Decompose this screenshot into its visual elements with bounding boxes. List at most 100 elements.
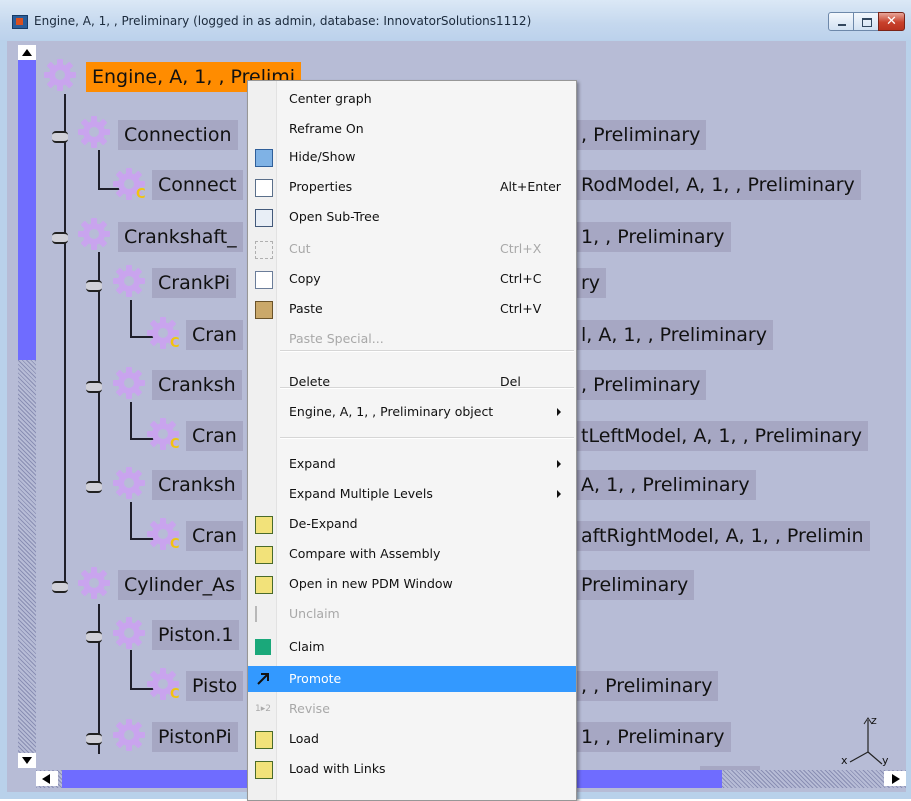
tree-node-label[interactable]: Pisto: [186, 671, 244, 701]
tree-node-label-tail[interactable]: A, 1, , Preliminary: [575, 470, 756, 500]
menu-item-open-in-new-pdm-window[interactable]: Open in new PDM Window: [248, 571, 576, 597]
vertical-scroll-thumb[interactable]: [18, 60, 36, 360]
menu-item-label: Unclaim: [289, 606, 340, 621]
compare-icon: [255, 546, 273, 564]
scroll-up-button[interactable]: [18, 45, 36, 60]
menu-item-engine-a-1-preliminary-object[interactable]: Engine, A, 1, , Preliminary object: [248, 399, 576, 425]
scroll-left-button[interactable]: [36, 771, 58, 786]
close-button[interactable]: ✕: [878, 12, 905, 31]
axis-z-label: z: [871, 714, 877, 727]
submenu-arrow-icon: [557, 460, 561, 468]
menu-item-open-sub-tree[interactable]: Open Sub-Tree: [248, 204, 576, 230]
paste-icon: [255, 301, 273, 319]
tree-node-label-tail[interactable]: l, A, 1, , Preliminary: [575, 320, 773, 350]
menu-item-shortcut: Ctrl+X: [500, 241, 542, 256]
menu-item-label: Copy: [289, 271, 321, 286]
menu-item-promote[interactable]: Promote: [248, 666, 576, 692]
menu-item-label: De-Expand: [289, 516, 358, 531]
tree-connector: [130, 402, 132, 440]
properties-icon: [255, 179, 273, 197]
scroll-right-button[interactable]: [884, 771, 906, 786]
menu-item-shortcut: Ctrl+C: [500, 271, 542, 286]
tree-node-label-tail[interactable]: 1, , Preliminary: [575, 722, 731, 752]
tree-node-label[interactable]: Connection: [118, 120, 238, 150]
collapse-toggle[interactable]: [86, 381, 102, 393]
tree-node-label-tail[interactable]: Preliminary: [575, 570, 695, 600]
menu-item-label: Compare with Assembly: [289, 546, 441, 561]
menu-item-reframe-on[interactable]: Reframe On: [248, 116, 576, 142]
axis-y-label: y: [882, 754, 889, 767]
submenu-arrow-icon: [557, 490, 561, 498]
tree-node-label[interactable]: Piston.1: [152, 620, 240, 650]
tree-node-label[interactable]: Cran: [186, 521, 243, 551]
menu-item-label: Hide/Show: [289, 149, 356, 164]
component-c-icon: C: [170, 437, 180, 452]
tree-node-label[interactable]: Cranksh: [152, 470, 242, 500]
tree-node-label[interactable]: Cylinder_As: [118, 570, 242, 600]
scroll-down-button[interactable]: [18, 753, 36, 768]
promote-arrow-icon: [255, 671, 271, 687]
collapse-toggle[interactable]: [86, 631, 102, 643]
tree-node-label[interactable]: Cran: [186, 320, 243, 350]
menu-item-expand[interactable]: Expand: [248, 451, 576, 477]
collapse-toggle[interactable]: [86, 481, 102, 493]
collapse-toggle[interactable]: [52, 232, 68, 244]
menu-item-cut: Cut Ctrl+X: [248, 236, 576, 262]
menu-item-hide-show[interactable]: Hide/Show: [248, 144, 576, 170]
tree-node-label-tail[interactable]: RodModel, A, 1, , Preliminary: [575, 170, 861, 200]
tree-node-label[interactable]: Crankshaft_: [118, 222, 243, 252]
tree-connector: [130, 502, 132, 540]
collapse-toggle[interactable]: [52, 131, 68, 143]
menu-item-shortcut: Ctrl+V: [500, 301, 542, 316]
tree-node-label-tail[interactable]: , Preliminary: [575, 370, 707, 400]
assembly-gear-icon: [112, 366, 146, 400]
minimize-button[interactable]: [828, 12, 854, 31]
menu-item-claim[interactable]: Claim: [248, 634, 576, 660]
tree-node-label-tail[interactable]: , Preliminary: [575, 120, 707, 150]
menu-item-center-graph[interactable]: Center graph: [248, 86, 576, 112]
menu-item-paste[interactable]: Paste Ctrl+V: [248, 296, 576, 322]
maximize-button[interactable]: [853, 12, 879, 31]
hide-show-icon: [255, 149, 273, 167]
tree-node-label[interactable]: Connect: [152, 170, 243, 200]
tree-node-label-tail[interactable]: tLeftModel, A, 1, , Preliminary: [575, 421, 868, 451]
menu-item-load[interactable]: Load: [248, 726, 576, 752]
menu-item-label: Claim: [289, 639, 325, 654]
menu-item-delete[interactable]: Delete Del: [248, 369, 576, 395]
unclaim-flag-icon: [255, 606, 273, 622]
menu-item-de-expand[interactable]: De-Expand: [248, 511, 576, 537]
tree-node-label[interactable]: Cran: [186, 421, 243, 451]
collapse-toggle[interactable]: [86, 733, 102, 745]
tree-node-label[interactable]: PistonPi: [152, 722, 238, 752]
tree-node-label[interactable]: Cranksh: [152, 370, 242, 400]
collapse-toggle[interactable]: [86, 280, 102, 292]
menu-item-compare-with-assembly[interactable]: Compare with Assembly: [248, 541, 576, 567]
menu-item-expand-multiple-levels[interactable]: Expand Multiple Levels: [248, 481, 576, 507]
tree-node-label-tail[interactable]: ry: [575, 268, 607, 298]
title-bar[interactable]: Engine, A, 1, , Preliminary (logged in a…: [0, 0, 911, 40]
tree-node-label-tail[interactable]: , , Preliminary: [575, 671, 719, 701]
menu-item-label: Engine, A, 1, , Preliminary object: [289, 404, 494, 419]
menu-item-label: Expand Multiple Levels: [289, 486, 433, 501]
scissors-icon: [255, 241, 273, 259]
assembly-gear-icon: [43, 58, 77, 92]
menu-item-properties[interactable]: Properties Alt+Enter: [248, 174, 576, 200]
menu-item-copy[interactable]: Copy Ctrl+C: [248, 266, 576, 292]
menu-item-label: Load with Links: [289, 761, 386, 776]
pdm-window-icon: [255, 576, 273, 594]
menu-item-label: Properties: [289, 179, 353, 194]
menu-item-shortcut: Del: [500, 374, 521, 389]
tree-connector: [98, 604, 100, 754]
tree-node-label-tail[interactable]: aftRightModel, A, 1, , Prelimin: [575, 521, 870, 551]
axis-compass-icon: z x y: [838, 712, 889, 772]
menu-item-load-with-links[interactable]: Load with Links: [248, 756, 576, 782]
de-expand-icon: [255, 516, 273, 534]
menu-item-label: Center graph: [289, 91, 372, 106]
tree-connector: [130, 300, 132, 338]
tree-node-label[interactable]: CrankPi: [152, 268, 237, 298]
assembly-gear-icon: [112, 466, 146, 500]
menu-item-revise: 1▸2 Revise: [248, 696, 576, 722]
collapse-toggle[interactable]: [52, 581, 68, 593]
menu-separator: [280, 437, 574, 439]
tree-node-label-tail[interactable]: 1, , Preliminary: [575, 222, 731, 252]
